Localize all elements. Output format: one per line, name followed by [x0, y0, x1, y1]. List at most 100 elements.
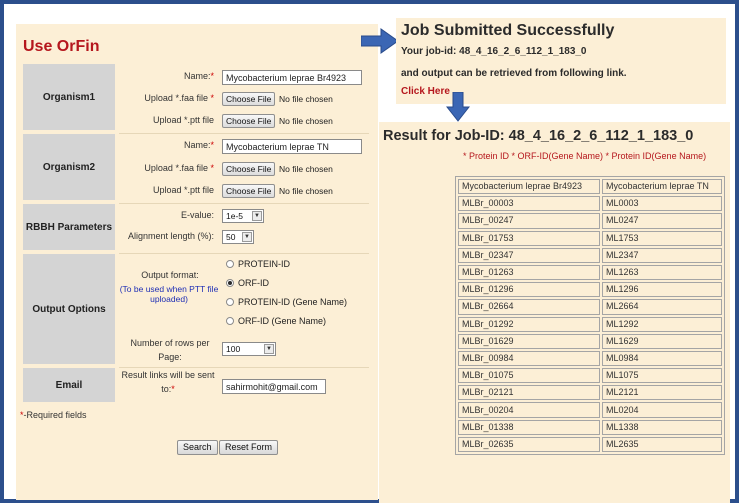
- chevron-down-icon: ▼: [264, 344, 274, 354]
- section-label-rbbh-parameters: RBBH Parameters: [23, 204, 115, 250]
- table-cell: ML2347: [602, 247, 722, 263]
- section-label-organism2: Organism2: [23, 134, 115, 200]
- section-label-email: Email: [23, 368, 115, 402]
- output-format-option-orf-id-gene-name[interactable]: ORF-ID (Gene Name): [226, 316, 326, 326]
- down-arrow-icon: [446, 92, 470, 122]
- rows-per-page-select-value: 100: [226, 344, 241, 354]
- table-cell: ML1075: [602, 368, 722, 384]
- table-row: MLBr_00247 ML0247: [458, 213, 722, 229]
- job-id-line: Your job-id: 48_4_16_2_6_112_1_183_0: [401, 46, 587, 57]
- table-cell: MLBr_01263: [458, 264, 600, 281]
- table-cell: ML2664: [602, 299, 722, 315]
- organism2-name-input[interactable]: [222, 139, 362, 154]
- table-cell: MLBr_00984: [458, 350, 600, 367]
- rows-per-page-select[interactable]: 100 ▼: [222, 342, 276, 356]
- table-cell: MLBr_02635: [458, 436, 600, 452]
- radio-button[interactable]: [226, 298, 234, 306]
- output-format-option-protein-id[interactable]: PROTEIN-ID: [226, 259, 290, 269]
- table-cell: ML0984: [602, 350, 722, 367]
- organism2-faa-choose-file-button[interactable]: Choose File: [222, 162, 276, 176]
- search-button[interactable]: Search: [177, 440, 218, 455]
- table-cell: MLBr_00003: [458, 196, 600, 212]
- divider: [119, 203, 369, 204]
- section-label-organism1: Organism1: [23, 64, 115, 130]
- form-title: Use OrFin: [23, 38, 100, 55]
- organism1-ptt-choose-file-button[interactable]: Choose File: [222, 114, 276, 128]
- evalue-label: E-value:: [180, 210, 214, 220]
- organism2-ptt-file-status: No file chosen: [279, 186, 333, 196]
- organism1-faa-choose-file-button[interactable]: Choose File: [222, 92, 276, 106]
- table-cell: ML0204: [602, 402, 722, 418]
- organism1-name-label: Name:*: [183, 71, 214, 81]
- table-cell: MLBr_00247: [458, 213, 600, 229]
- section-label-output-options: Output Options: [23, 254, 115, 364]
- organism2-name-label: Name:*: [183, 140, 214, 150]
- column-header: Mycobacterium leprae TN: [602, 179, 722, 195]
- reset-form-button[interactable]: Reset Form: [219, 440, 279, 455]
- divider: [119, 133, 369, 134]
- organism2-ptt-choose-file-button[interactable]: Choose File: [222, 184, 276, 198]
- alignment-length-select-value: 50: [226, 232, 236, 242]
- table-cell: MLBr_01629: [458, 333, 600, 349]
- divider: [119, 253, 369, 254]
- table-row: MLBr_02347 ML2347: [458, 247, 722, 263]
- table-row: MLBr_01338 ML1338: [458, 419, 722, 435]
- table-row: MLBr_01292 ML1292: [458, 316, 722, 332]
- alignment-length-label: Alignment length (%):: [127, 231, 214, 241]
- table-row: MLBr_00204 ML0204: [458, 402, 722, 418]
- chevron-down-icon: ▼: [242, 232, 252, 242]
- output-format-option-orf-id[interactable]: ORF-ID: [226, 278, 269, 288]
- result-panel: Result for Job-ID: 48_4_16_2_6_112_1_183…: [379, 122, 730, 503]
- output-format-label: Output format:: [141, 270, 199, 280]
- table-cell: MLBr_01753: [458, 230, 600, 246]
- evalue-select[interactable]: 1e-5 ▼: [222, 209, 264, 223]
- radio-button[interactable]: [226, 317, 234, 325]
- table-cell: MLBr_02664: [458, 299, 600, 315]
- table-cell: ML1263: [602, 264, 722, 281]
- organism2-ptt-label: Upload *.ptt file: [152, 185, 214, 195]
- table-row: MLBr_02664 ML2664: [458, 299, 722, 315]
- output-format-option-protein-id-gene-name[interactable]: PROTEIN-ID (Gene Name): [226, 297, 347, 307]
- table-row: MLBr_01075 ML1075: [458, 368, 722, 384]
- radio-button[interactable]: [226, 260, 234, 268]
- table-cell: ML1753: [602, 230, 722, 246]
- table-cell: MLBr_02121: [458, 385, 600, 401]
- required-fields-note: *-Required fields: [20, 410, 87, 420]
- table-cell: ML2635: [602, 436, 722, 452]
- table-cell: ML1296: [602, 282, 722, 298]
- table-row: MLBr_02121 ML2121: [458, 385, 722, 401]
- table-cell: MLBr_02347: [458, 247, 600, 263]
- job-submitted-title: Job Submitted Successfully: [401, 22, 615, 39]
- click-here-link[interactable]: Click Here: [401, 86, 450, 97]
- organism1-ptt-label: Upload *.ptt file: [152, 115, 214, 125]
- table-cell: MLBr_01075: [458, 368, 600, 384]
- evalue-select-value: 1e-5: [226, 211, 244, 221]
- right-arrow-icon: [361, 28, 399, 54]
- table-cell: MLBr_01292: [458, 316, 600, 332]
- table-row: MLBr_02635 ML2635: [458, 436, 722, 452]
- result-legend: * Protein ID * ORF-ID(Gene Name) * Prote…: [463, 151, 707, 161]
- orfin-form-panel: Use OrFin Organism1 Name:* Upload *.faa …: [16, 24, 378, 500]
- email-input[interactable]: [222, 379, 326, 394]
- table-row: MLBr_00003 ML0003: [458, 196, 722, 212]
- table-row: MLBr_01753 ML1753: [458, 230, 722, 246]
- organism2-faa-label: Upload *.faa file *: [144, 163, 214, 173]
- table-cell: ML0003: [602, 196, 722, 212]
- table-row: MLBr_01629 ML1629: [458, 333, 722, 349]
- alignment-length-select[interactable]: 50 ▼: [222, 230, 254, 244]
- column-header: Mycobacterium leprae Br4923: [458, 179, 600, 195]
- organism1-ptt-file-status: No file chosen: [279, 116, 333, 126]
- table-row: MLBr_00984 ML0984: [458, 350, 722, 367]
- table-cell: ML0247: [602, 213, 722, 229]
- table-header-row: Mycobacterium leprae Br4923 Mycobacteriu…: [458, 179, 722, 195]
- retrieve-link-line: and output can be retrieved from followi…: [401, 68, 627, 79]
- chevron-down-icon: ▼: [252, 211, 262, 221]
- table-cell: ML1292: [602, 316, 722, 332]
- radio-button-selected[interactable]: [226, 279, 234, 287]
- table-cell: MLBr_00204: [458, 402, 600, 418]
- organism1-faa-label: Upload *.faa file *: [144, 93, 214, 103]
- result-table: Mycobacterium leprae Br4923 Mycobacteriu…: [455, 176, 725, 455]
- table-cell: MLBr_01338: [458, 419, 600, 435]
- screenshot-frame: Use OrFin Organism1 Name:* Upload *.faa …: [0, 0, 739, 503]
- organism1-name-input[interactable]: [222, 70, 362, 85]
